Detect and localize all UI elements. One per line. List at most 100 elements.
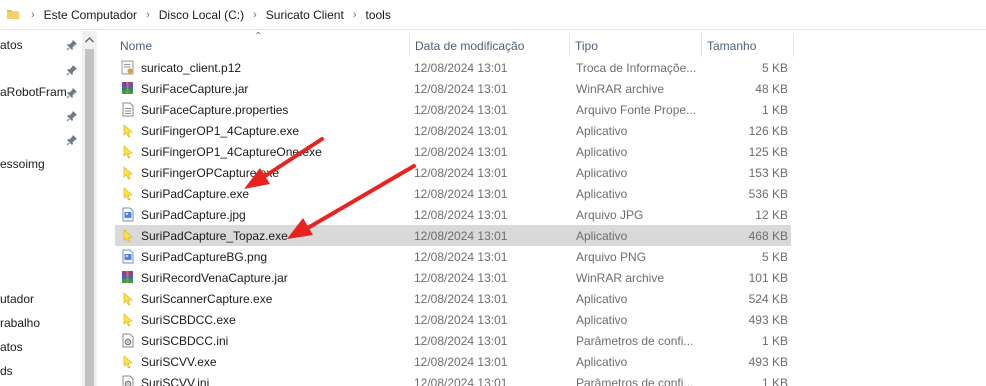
file-name: SuriSCBDCC.ini [141, 334, 229, 348]
column-header-name[interactable]: Nome [114, 31, 409, 57]
file-row[interactable]: SuriSCBDCC.exe 12/08/2024 13:01 Aplicativo… [115, 309, 791, 330]
file-size: 524 KB [748, 292, 788, 306]
file-row[interactable]: SuriSCVV.ini 12/08/2024 13:01 Parâmetros d… [115, 372, 791, 386]
file-size: 12 KB [755, 208, 788, 222]
chevron-right-icon[interactable]: › [146, 9, 150, 21]
file-size: 493 KB [748, 355, 788, 369]
file-row[interactable]: SuriSCVV.exe 12/08/2024 13:01 Aplicativo 49… [115, 351, 791, 372]
file-type: Aplicativo [576, 313, 628, 327]
file-row[interactable]: SuriRecordVenaCapture.jar 12/08/2024 13:0… [115, 267, 791, 288]
settings-file-icon [122, 375, 134, 386]
file-type: WinRAR archive [576, 271, 665, 285]
file-name: SuriPadCaptureBG.png [141, 250, 268, 264]
file-size: 468 KB [748, 229, 788, 243]
file-row[interactable]: SuriFaceCapture.properties 12/08/2024 13:… [115, 99, 791, 120]
pin-icon[interactable] [66, 39, 78, 51]
file-size: 101 KB [748, 271, 788, 285]
navigation-pane[interactable]: atos aRobotFram essoimg utador rabalho atos ds [0, 31, 97, 386]
chevron-right-icon[interactable]: › [31, 9, 35, 21]
breadcrumb-item[interactable]: tools [365, 8, 390, 22]
file-size: 153 KB [748, 166, 788, 180]
app-icon [123, 166, 133, 180]
app-icon [123, 292, 133, 306]
app-icon [123, 229, 133, 243]
file-type: Parâmetros de confi... [576, 376, 694, 386]
chevron-right-icon[interactable]: › [253, 9, 257, 21]
nav-item[interactable]: atos [0, 336, 82, 358]
file-type: Aplicativo [576, 187, 628, 201]
app-icon [123, 355, 133, 369]
file-name: SuriFaceCapture.jar [141, 82, 249, 96]
column-header-date[interactable]: Data de modificação [409, 31, 569, 57]
file-name: SuriFingerOP1_4CaptureOne.exe [141, 145, 322, 159]
file-modified-date: 12/08/2024 13:01 [414, 166, 508, 180]
breadcrumb-item[interactable]: Suricato Client [266, 8, 344, 22]
nav-item[interactable]: utador [0, 288, 82, 310]
winrar-icon [122, 271, 133, 283]
file-type: WinRAR archive [576, 82, 665, 96]
file-name: SuriFingerOP1_4Capture.exe [141, 124, 300, 138]
certificate-icon [121, 60, 134, 75]
pin-icon[interactable] [66, 134, 78, 146]
chevron-right-icon[interactable]: › [353, 9, 357, 21]
file-type: Aplicativo [576, 292, 628, 306]
column-header-type[interactable]: Tipo [569, 31, 701, 57]
file-modified-date: 12/08/2024 13:01 [414, 355, 508, 369]
breadcrumb-item[interactable]: Este Computador [44, 8, 137, 22]
app-icon [123, 124, 133, 138]
file-row[interactable]: SuriFingerOPCapture.exe 12/08/2024 13:01 A… [115, 162, 791, 183]
text-file-icon [122, 102, 134, 117]
file-row[interactable]: SuriPadCapture.jpg 12/08/2024 13:01 Arquiv… [115, 204, 791, 225]
file-row[interactable]: SuriPadCapture_Topaz.exe 12/08/2024 13:01… [115, 225, 791, 246]
column-header-size[interactable]: Tamanho [701, 31, 791, 57]
file-modified-date: 12/08/2024 13:01 [414, 103, 508, 117]
pin-icon[interactable] [66, 110, 78, 122]
file-type: Troca de Informaçõe... [576, 61, 696, 75]
file-modified-date: 12/08/2024 13:01 [414, 250, 508, 264]
scroll-up-arrow-icon[interactable] [84, 35, 95, 45]
file-row[interactable]: SuriScannerCapture.exe 12/08/2024 13:01 Ap… [115, 288, 791, 309]
app-icon [123, 187, 133, 201]
column-divider[interactable] [793, 33, 794, 57]
nav-scrollbar-thumb[interactable] [85, 49, 94, 386]
file-size: 125 KB [748, 145, 788, 159]
file-type: Arquivo Fonte Prope... [576, 103, 696, 117]
file-type: Aplicativo [576, 145, 628, 159]
file-modified-date: 12/08/2024 13:01 [414, 271, 508, 285]
file-row[interactable]: SuriFingerOP1_4CaptureOne.exe 12/08/2024 … [115, 141, 791, 162]
nav-item[interactable]: rabalho [0, 312, 82, 334]
app-icon [123, 313, 133, 327]
file-modified-date: 12/08/2024 13:01 [414, 292, 508, 306]
file-modified-date: 12/08/2024 13:01 [414, 124, 508, 138]
column-header-row: ⌃ Nome Data de modificação Tipo Tamanho [108, 31, 794, 57]
file-name: SuriPadCapture.jpg [141, 208, 246, 222]
file-size: 5 KB [761, 61, 788, 75]
file-row[interactable]: SuriFingerOP1_4Capture.exe 12/08/2024 13:… [115, 120, 791, 141]
file-type: Arquivo PNG [576, 250, 647, 264]
nav-item[interactable]: ds [0, 360, 82, 382]
file-modified-date: 12/08/2024 13:01 [414, 376, 508, 386]
file-type: Aplicativo [576, 355, 628, 369]
file-row[interactable]: SuriSCBDCC.ini 12/08/2024 13:01 Parâmetros… [115, 330, 791, 351]
pin-icon[interactable] [66, 87, 78, 99]
pin-icon[interactable] [66, 64, 78, 76]
file-size: 1 KB [761, 334, 788, 348]
file-row[interactable]: SuriFaceCapture.jar 12/08/2024 13:01 WinRA… [115, 78, 791, 99]
file-row[interactable]: suricato_client.p12 12/08/2024 13:01 Troca… [115, 57, 791, 78]
breadcrumb-item[interactable]: Disco Local (C:) [159, 8, 244, 22]
file-list[interactable]: suricato_client.p12 12/08/2024 13:01 Troca… [108, 57, 794, 386]
file-size: 48 KB [755, 82, 788, 96]
file-type: Aplicativo [576, 229, 628, 243]
address-bar[interactable]: › Este Computador › Disco Local (C:) › Surica… [0, 0, 986, 30]
file-modified-date: 12/08/2024 13:01 [414, 187, 508, 201]
file-row[interactable]: SuriPadCapture.exe 12/08/2024 13:01 Aplica… [115, 183, 791, 204]
image-file-icon [122, 207, 134, 222]
image-file-icon [122, 249, 134, 264]
file-name: SuriPadCapture.exe [141, 187, 250, 201]
file-row[interactable]: SuriPadCaptureBG.png 12/08/2024 13:01 Arqu… [115, 246, 791, 267]
breadcrumb: › Este Computador › Disco Local (C:) › Surica… [22, 0, 391, 30]
file-name: SuriScannerCapture.exe [141, 292, 273, 306]
nav-scrollbar[interactable] [82, 31, 97, 386]
nav-item[interactable]: essoimg [0, 153, 82, 175]
file-modified-date: 12/08/2024 13:01 [414, 61, 508, 75]
